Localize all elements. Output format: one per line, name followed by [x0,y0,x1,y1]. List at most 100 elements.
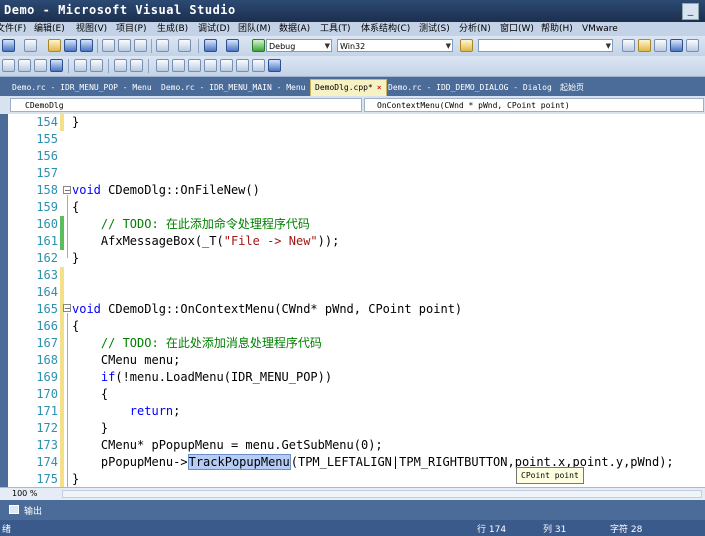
class-combo[interactable]: CDemoDlg [10,98,362,112]
zoom-bar: 100 % [0,487,705,500]
toolbox-icon[interactable] [670,39,683,52]
decrease-indent-icon[interactable] [74,59,87,72]
clear-bookmarks-icon[interactable] [236,59,249,72]
line-number: 166 [36,319,58,333]
open-file-icon[interactable] [48,39,61,52]
add-item-icon[interactable] [24,39,37,52]
output-panel-tab[interactable]: 输出 [0,500,705,520]
class-combo-value: CDemoDlg [25,101,64,110]
tab-menu-main[interactable]: Demo.rc - IDR_MENU_MAIN - Menu [161,80,306,96]
parameter-tooltip: CPoint point [516,467,584,484]
connect-icon[interactable] [2,59,15,72]
menu-edit[interactable]: 编辑(E) [34,22,65,36]
code-line-160: // TODO: 在此添加命令处理程序代码 [72,217,310,231]
status-line: 行 174 [477,525,507,535]
platform-select[interactable]: Win32 ▼ [337,39,453,52]
menu-tools[interactable]: 工具(T) [320,22,351,36]
next-bookmark-folder-icon[interactable] [220,59,233,72]
tab-menu-pop[interactable]: Demo.rc - IDR_MENU_POP - Menu [12,80,152,96]
solution-config-select[interactable]: Debug ▼ [266,39,332,52]
cut-icon[interactable] [102,39,115,52]
find-combo[interactable]: ▼ [478,39,613,52]
bookmark-window-icon[interactable] [252,59,265,72]
quick-info-icon[interactable] [34,59,47,72]
code-line-154: } [72,115,80,129]
previous-bookmark-icon[interactable] [172,59,185,72]
line-number: 165 [36,302,58,316]
menu-help[interactable]: 帮助(H) [541,22,573,36]
line-number: 175 [36,472,58,486]
minimize-button[interactable]: _ [682,3,699,20]
menu-team[interactable]: 团队(M) [238,22,271,36]
close-tab-icon[interactable]: × [377,83,382,92]
previous-bookmark-folder-icon[interactable] [204,59,217,72]
save-icon[interactable] [64,39,77,52]
menu-debug[interactable]: 调试(D) [198,22,230,36]
copy-icon[interactable] [118,39,131,52]
menu-file[interactable]: 文件(F) [0,22,26,36]
line-number: 168 [36,353,58,367]
toolbar-options-icon[interactable] [268,59,281,72]
horizontal-scrollbar[interactable] [62,490,702,498]
output-window-icon [9,505,19,514]
menu-bar: 文件(F) 编辑(E) 视图(V) 项目(P) 生成(B) 调试(D) 团队(M… [0,22,705,36]
menu-data[interactable]: 数据(A) [279,22,310,36]
save-all-icon[interactable] [80,39,93,52]
selected-identifier: TrackPopupMenu [187,454,291,470]
menu-test[interactable]: 测试(S) [419,22,450,36]
solution-explorer-icon[interactable] [622,39,635,52]
navigate-forward-icon[interactable] [226,39,239,52]
tab-start-page[interactable]: 起始页 [560,80,584,96]
menu-analyze[interactable]: 分析(N) [459,22,491,36]
line-number: 161 [36,234,58,248]
properties-icon[interactable] [638,39,651,52]
standard-toolbar: Debug ▼ Win32 ▼ ▼ [0,36,705,57]
code-line-172: } [72,421,109,435]
code-editor[interactable]: 154 155 156 157 158 159 160 161 162 163 164 165 166 1… [8,114,705,487]
undo-icon[interactable] [156,39,169,52]
code-line-171: return; [72,404,181,418]
line-number: 164 [36,285,58,299]
line-number: 160 [36,217,58,231]
find-in-files-icon[interactable] [460,39,473,52]
redo-icon[interactable] [178,39,191,52]
toggle-bookmark-icon[interactable] [156,59,169,72]
line-number: 174 [36,455,58,469]
code-line-168: CMenu menu; [72,353,181,367]
uncomment-lines-icon[interactable] [130,59,143,72]
navigate-back-icon[interactable] [204,39,217,52]
zoom-level[interactable]: 100 % [12,488,37,500]
member-combo[interactable]: OnContextMenu(CWnd * pWnd, CPoint point) [364,98,704,112]
line-number: 162 [36,251,58,265]
menu-architecture[interactable]: 体系结构(C) [361,22,410,36]
paste-icon[interactable] [134,39,147,52]
increase-indent-icon[interactable] [90,59,103,72]
toolbox-dock[interactable] [0,114,11,532]
new-project-icon[interactable] [2,39,15,52]
server-explorer-icon[interactable] [18,59,31,72]
text-editor-toolbar [0,56,705,77]
code-line-165: void CDemoDlg::OnContextMenu(CWnd* pWnd,… [72,302,463,316]
code-line-173: CMenu* pPopupMenu = menu.GetSubMenu(0); [72,438,383,452]
tab-demodlg-cpp[interactable]: DemoDlg.cpp* × [310,79,387,97]
collapse-onfilenew-icon[interactable]: − [63,186,71,195]
parameter-info-icon[interactable] [50,59,63,72]
next-bookmark-icon[interactable] [188,59,201,72]
start-debugging-icon[interactable] [252,39,265,52]
collapse-oncontextmenu-icon[interactable]: − [63,304,71,313]
comment-lines-icon[interactable] [114,59,127,72]
line-number: 167 [36,336,58,350]
start-page-icon[interactable] [686,39,699,52]
code-line-170: { [72,387,109,401]
line-number: 163 [36,268,58,282]
object-browser-icon[interactable] [654,39,667,52]
menu-window[interactable]: 窗口(W) [500,22,534,36]
menu-vmware[interactable]: VMware [582,22,618,36]
menu-project[interactable]: 项目(P) [116,22,146,36]
menu-view[interactable]: 视图(V) [76,22,107,36]
status-text: 绪 [2,525,12,535]
tab-demo-dialog[interactable]: Demo.rc - IDD_DEMO_DIALOG - Dialog [388,80,552,96]
code-line-175: } [72,472,80,486]
menu-build[interactable]: 生成(B) [157,22,188,36]
code-line-159: { [72,200,80,214]
